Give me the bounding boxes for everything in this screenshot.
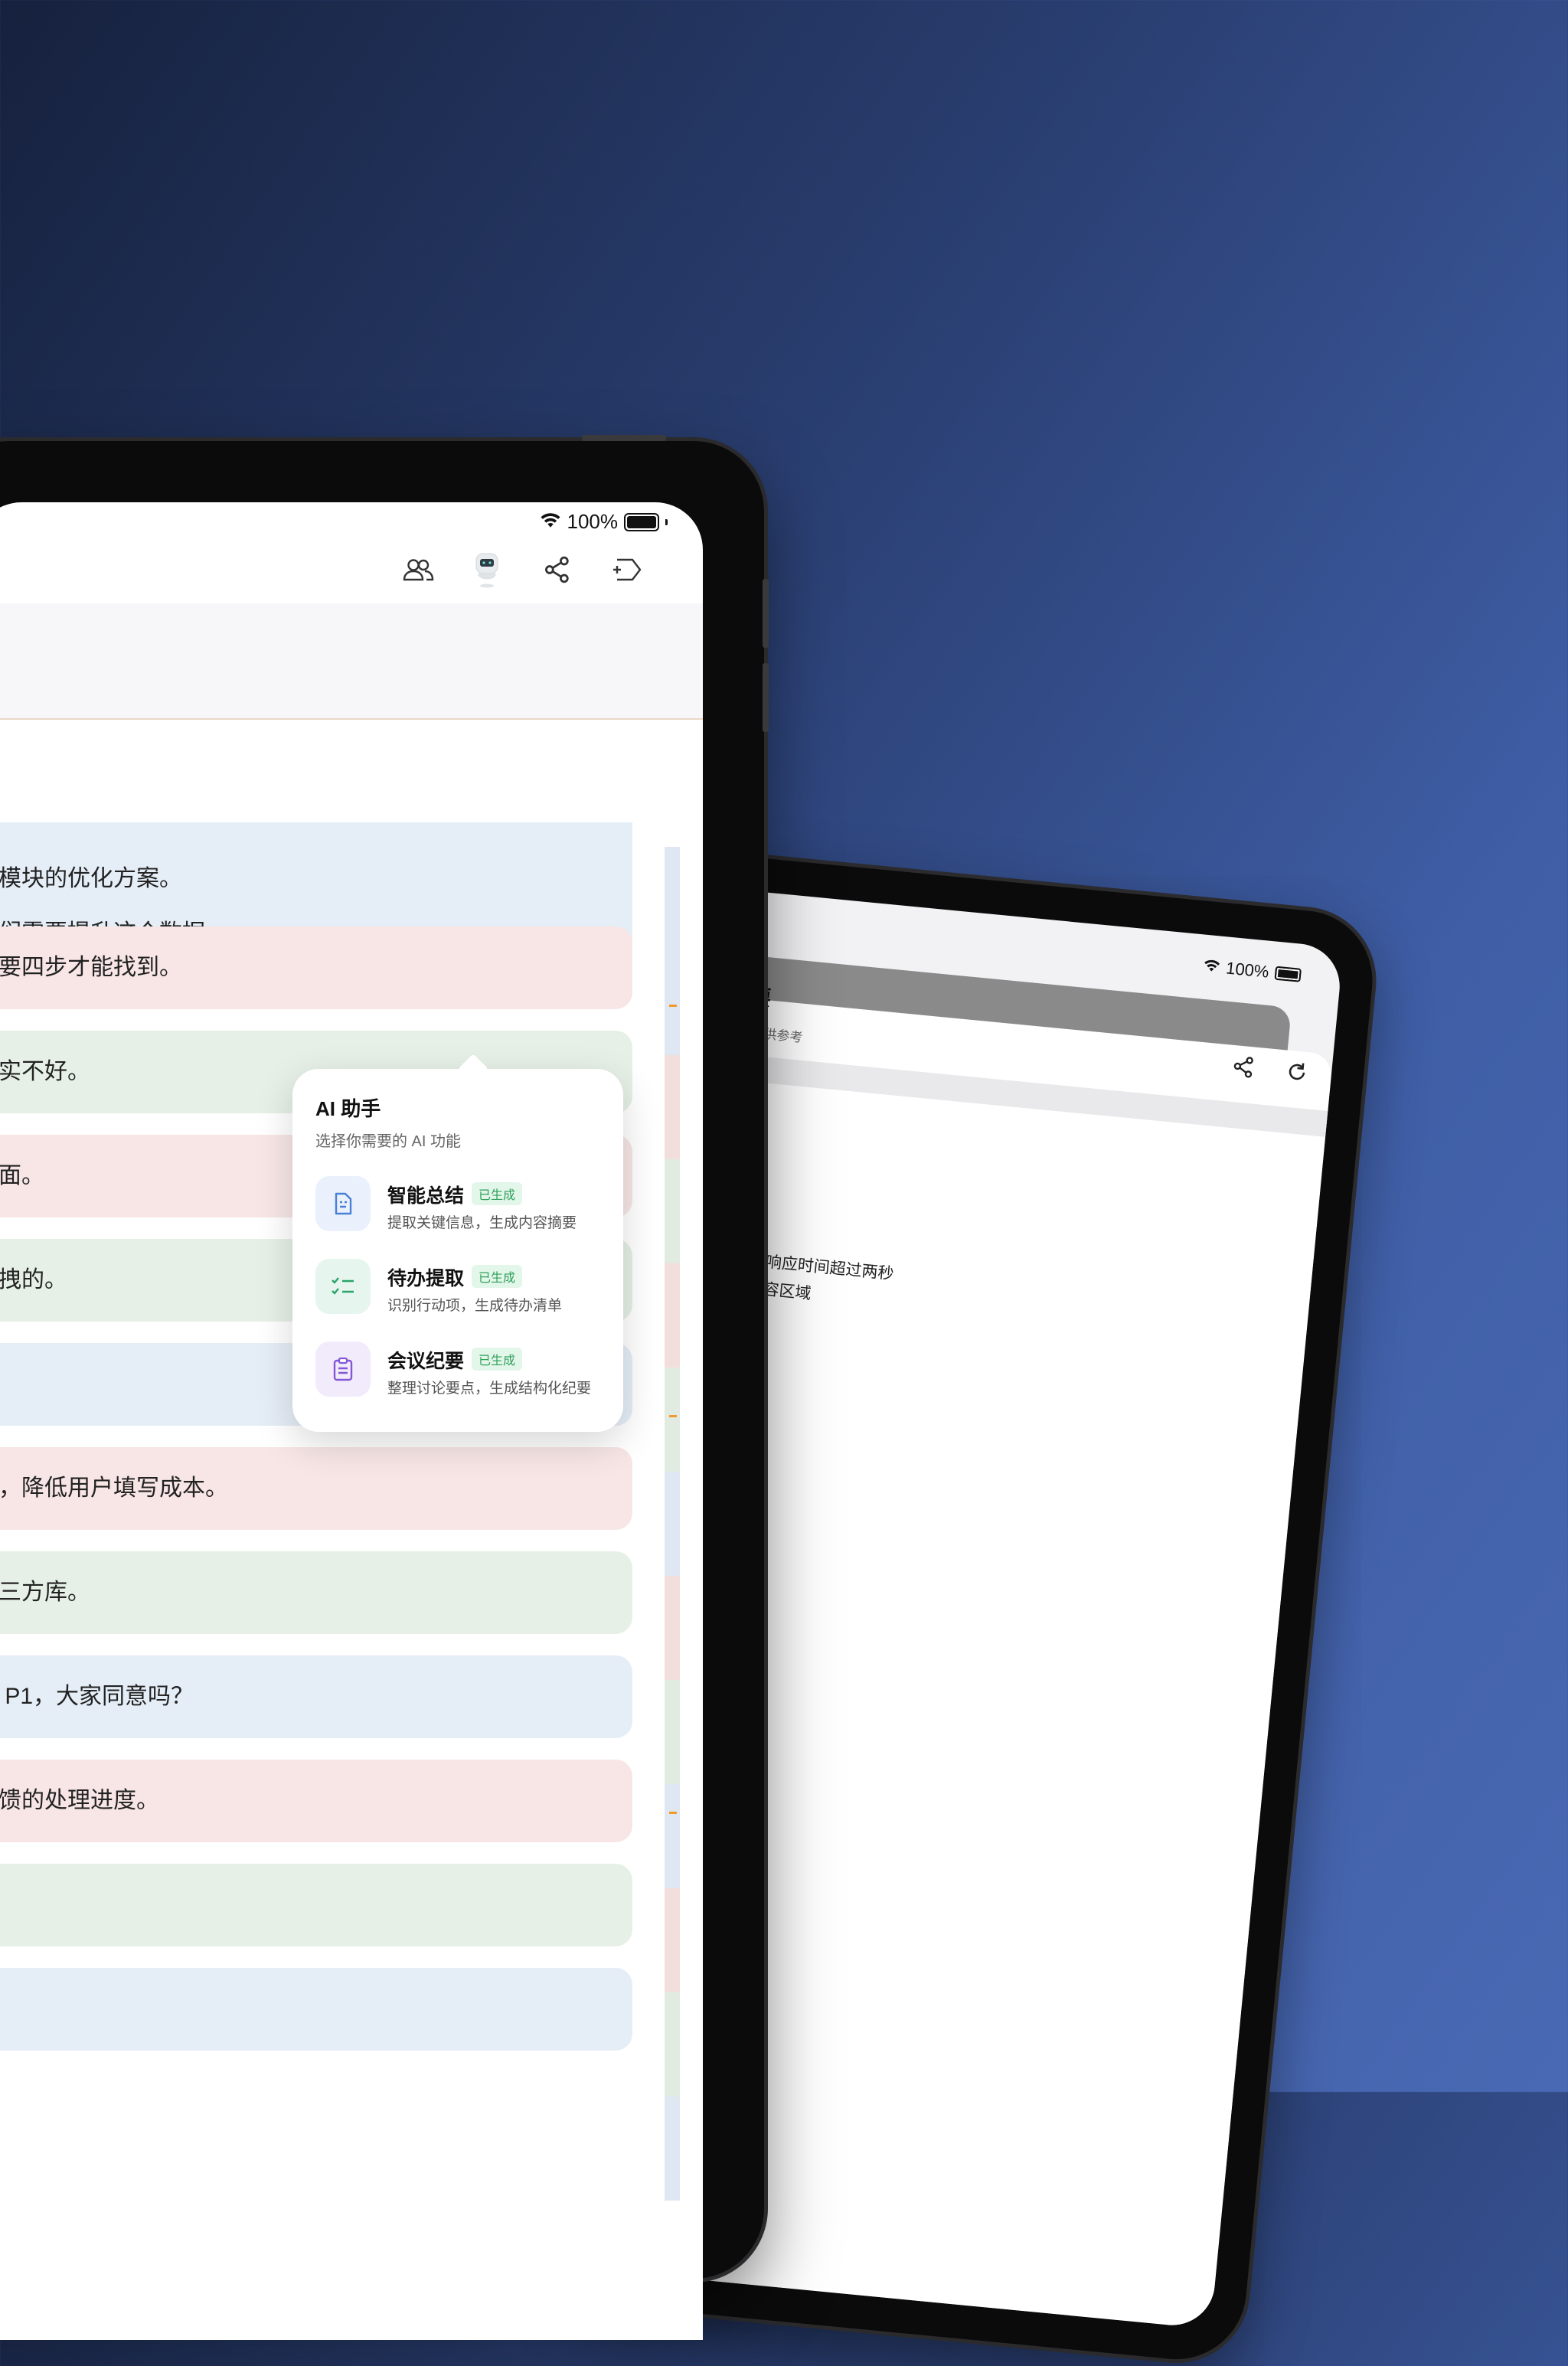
front-tablet-screen: 100% 馈模块的优化方案。我们需要提升这个数据。需要四步才能找到。确实不好。页… xyxy=(0,502,703,2340)
document-icon xyxy=(315,1176,371,1231)
timeline-segment xyxy=(665,1368,680,1472)
ai-option-item[interactable]: 智能总结 已生成提取关键信息，生成内容摘要 xyxy=(315,1176,614,1237)
battery-icon xyxy=(1274,966,1302,982)
ai-option-name: 会议纪要 xyxy=(387,1351,465,1372)
minutes-actions xyxy=(1230,1054,1309,1091)
generated-badge: 已生成 xyxy=(472,1265,523,1288)
wifi-icon xyxy=(540,510,561,534)
timeline-segment xyxy=(665,1263,680,1368)
top-button xyxy=(582,435,666,441)
wifi-icon xyxy=(1202,956,1220,978)
ai-option-item[interactable]: 待办提取 已生成识别行动项，生成待办清单 xyxy=(315,1259,614,1320)
ai-option-description: 提取关键信息，生成内容摘要 xyxy=(387,1215,577,1231)
battery-percent: 100% xyxy=(1225,958,1270,982)
transcript-bubble[interactable]: 图，降低用户填写成本。 xyxy=(0,1447,632,1530)
transcript-bubble[interactable]: 第三方库。 xyxy=(0,1551,632,1634)
transcript-bubble[interactable]: 为 P1，大家同意吗？ xyxy=(0,1655,632,1738)
ai-option-name: 智能总结 xyxy=(387,1185,465,1207)
participants-icon[interactable] xyxy=(397,548,439,591)
clipboard-icon xyxy=(315,1341,371,1397)
toolbar xyxy=(335,548,703,602)
battery-icon xyxy=(624,512,659,531)
recording-header xyxy=(0,603,703,720)
ai-option-description: 识别行动项，生成待办清单 xyxy=(387,1298,563,1314)
battery-percent: 100% xyxy=(567,510,619,533)
timeline-segment xyxy=(665,847,680,951)
ai-option-item[interactable]: 会议纪要 已生成整理讨论要点，生成结构化纪要 xyxy=(315,1341,614,1403)
front-tablet: 100% 馈模块的优化方案。我们需要提升这个数据。需要四步才能找到。确实不好。页… xyxy=(0,435,769,2340)
transcript-bubble[interactable] xyxy=(0,1864,632,1946)
timeline-segment xyxy=(665,951,680,1055)
timeline-segment xyxy=(665,1576,680,1680)
timeline-segment xyxy=(665,1680,680,1784)
timeline-segment xyxy=(665,1992,680,2096)
popup-subtitle: 选择你需要的 AI 功能 xyxy=(315,1133,462,1150)
transcript-bubble[interactable] xyxy=(0,1968,632,2051)
popup-title: AI 助手 xyxy=(315,1097,381,1120)
timeline-marker xyxy=(669,1005,677,1007)
timeline-segment xyxy=(665,1784,680,1888)
share-icon[interactable] xyxy=(1230,1054,1256,1087)
generated-badge: 已生成 xyxy=(472,1182,523,1205)
generated-badge: 已生成 xyxy=(472,1348,523,1371)
refresh-icon[interactable] xyxy=(1284,1060,1310,1092)
status-bar: 100% xyxy=(540,510,668,534)
battery-tip xyxy=(665,518,668,525)
ai-option-description: 整理讨论要点，生成结构化纪要 xyxy=(387,1381,592,1397)
back-status-bar: 100% xyxy=(1202,956,1302,985)
ai-assistant-icon[interactable] xyxy=(466,548,508,591)
timeline-segment xyxy=(665,1472,680,1576)
volume-up-button xyxy=(763,579,769,648)
share-icon[interactable] xyxy=(536,548,579,591)
ai-assistant-popup: AI 助手 选择你需要的 AI 功能 智能总结 已生成 提取关键信息，生成内容摘要待… xyxy=(292,1069,623,1432)
timeline-segment xyxy=(665,2096,680,2201)
timeline-segment xyxy=(665,1159,680,1263)
tag-add-icon[interactable] xyxy=(605,548,648,591)
volume-down-button xyxy=(763,663,769,732)
checklist-icon xyxy=(315,1259,371,1314)
timeline-scrollbar[interactable] xyxy=(665,617,680,2340)
transcript-bubble[interactable]: 需要四步才能找到。 xyxy=(0,926,632,1009)
transcript-bubble[interactable]: 反馈的处理进度。 xyxy=(0,1760,632,1842)
timeline-segment xyxy=(665,1888,680,1992)
timeline-segment xyxy=(665,1055,680,1159)
timeline-marker xyxy=(669,1415,677,1417)
ai-option-name: 待办提取 xyxy=(387,1268,465,1289)
timeline-marker xyxy=(669,1812,677,1814)
